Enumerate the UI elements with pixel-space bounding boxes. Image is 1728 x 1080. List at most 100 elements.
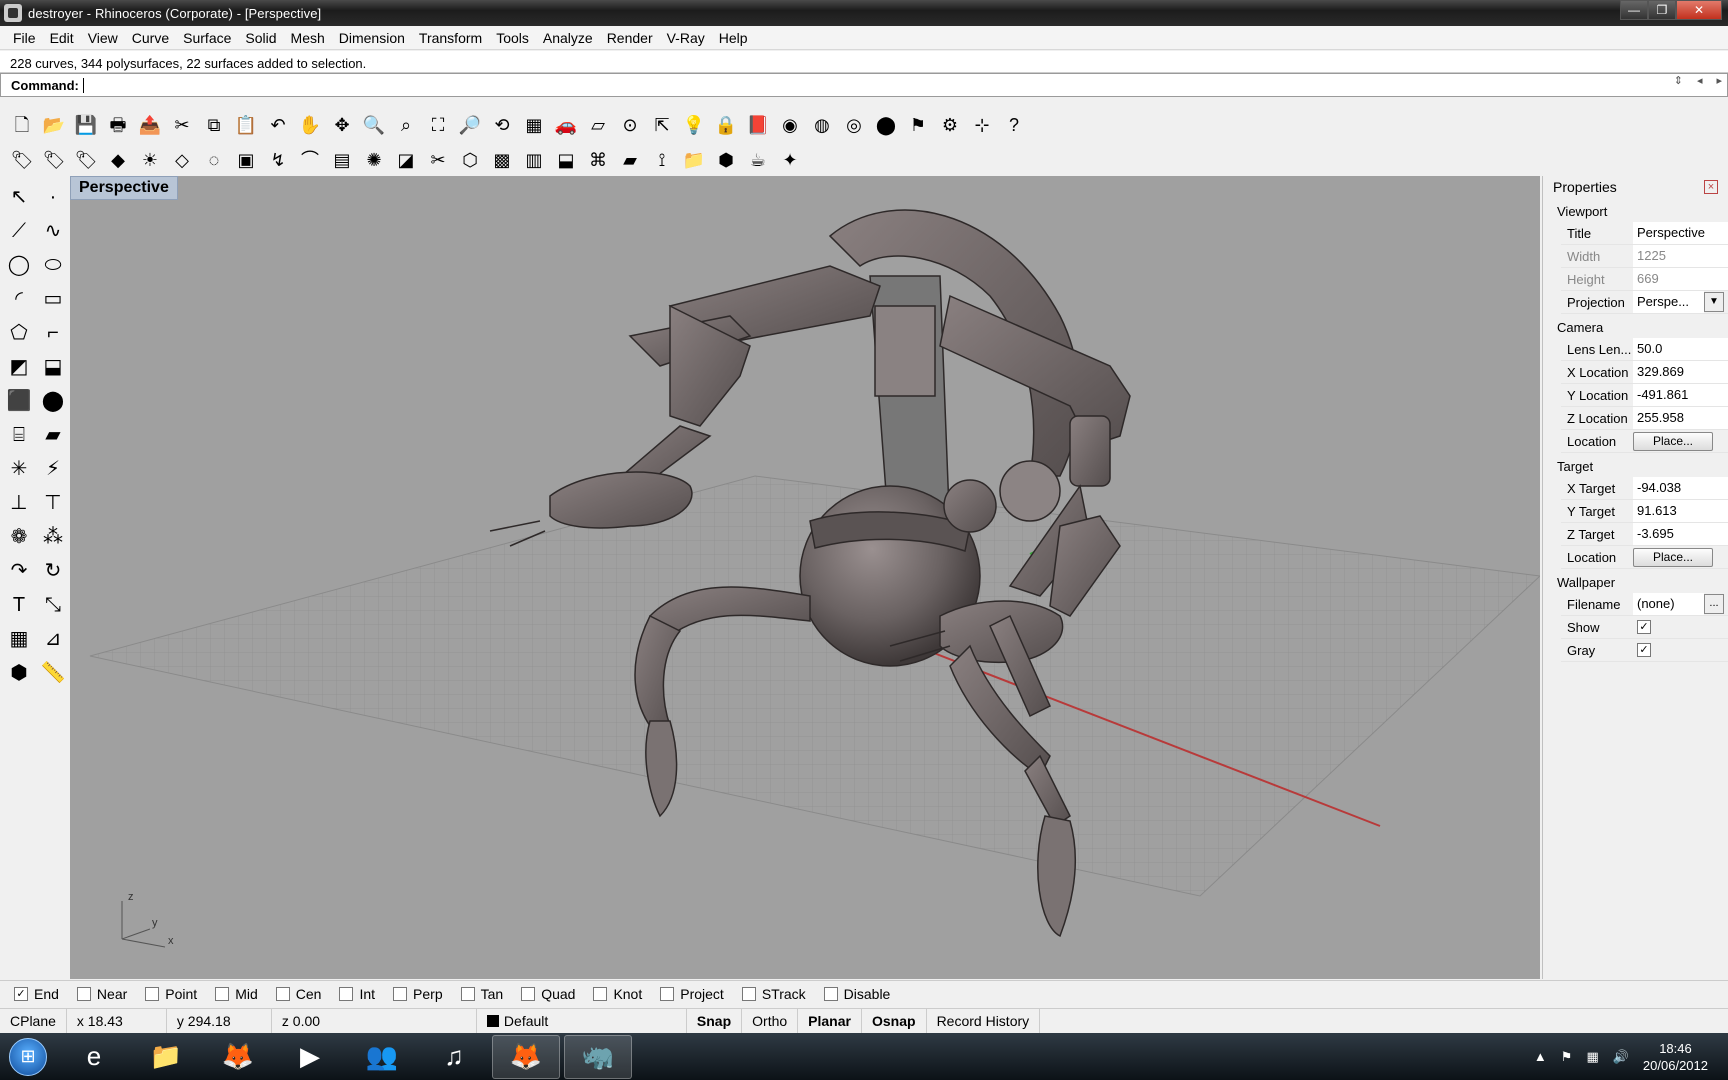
perspective-viewport[interactable]: Perspective z y x	[70, 176, 1540, 979]
zoom-window-icon[interactable]: ⌕	[390, 110, 422, 140]
four-viewports-icon[interactable]: ▦	[518, 110, 550, 140]
menu-render[interactable]: Render	[600, 30, 660, 46]
paste-icon[interactable]: 📋	[230, 110, 262, 140]
cube-small-icon[interactable]: ◆	[102, 145, 134, 175]
osnap-perp[interactable]: Perp	[393, 986, 443, 1002]
osnap-knot[interactable]: Knot	[593, 986, 642, 1002]
properties-close-icon[interactable]: ×	[1704, 180, 1718, 194]
tag-edit-icon[interactable]: 🏷	[38, 145, 70, 175]
tag-remove-icon[interactable]: 🏷	[70, 145, 102, 175]
export-icon[interactable]: 📤	[134, 110, 166, 140]
osnap-quad[interactable]: Quad	[521, 986, 575, 1002]
options-gear-icon[interactable]: ⚙	[934, 110, 966, 140]
osnap-checkbox[interactable]	[393, 986, 408, 1001]
polyline-icon[interactable]: ⟋	[2, 214, 36, 248]
y-location-field[interactable]: -491.861	[1633, 384, 1728, 406]
wireframe-icon[interactable]: ◍	[806, 110, 838, 140]
viewport-title-tab[interactable]: Perspective	[70, 176, 178, 200]
zoom-selected-icon[interactable]: 🔎	[454, 110, 486, 140]
tag-icon[interactable]: 🏷	[6, 145, 38, 175]
osnap-checkbox[interactable]	[339, 986, 354, 1001]
osnap-end[interactable]: ✓ End	[14, 986, 59, 1002]
osnap-checkbox[interactable]	[521, 986, 536, 1001]
menu-vray[interactable]: V-Ray	[660, 30, 712, 46]
osnap-near[interactable]: Near	[76, 986, 127, 1002]
vray-dome-icon[interactable]: ⌒	[294, 145, 326, 175]
new-icon[interactable]: 🗋	[6, 110, 38, 140]
prop-title-value[interactable]: Perspective	[1633, 222, 1728, 244]
arc-icon[interactable]: ◜	[2, 282, 36, 316]
gray-wallpaper-checkbox[interactable]: ✓	[1637, 643, 1651, 657]
command-line[interactable]: Command:	[0, 73, 1728, 97]
cut-icon[interactable]: ✂	[166, 110, 198, 140]
x-location-field[interactable]: 329.869	[1633, 361, 1728, 383]
messenger-icon[interactable]: 👥	[348, 1035, 416, 1079]
select-arrow-icon[interactable]: ↖	[2, 180, 36, 214]
show-wallpaper-checkbox[interactable]: ✓	[1637, 620, 1651, 634]
vray-proxy-icon[interactable]: ▤	[326, 145, 358, 175]
lens-length-field[interactable]: 50.0	[1633, 338, 1728, 360]
point-on-icon[interactable]: ⊙	[614, 110, 646, 140]
vray-clipper-icon[interactable]: ▥	[518, 145, 550, 175]
split-icon[interactable]: ⊥	[2, 486, 36, 520]
shaded-icon[interactable]: ◎	[838, 110, 870, 140]
pan-icon[interactable]: ✋	[294, 110, 326, 140]
vray-plane-icon[interactable]: ◪	[390, 145, 422, 175]
menu-transform[interactable]: Transform	[412, 30, 489, 46]
record-history-toggle[interactable]: Record History	[927, 1008, 1041, 1033]
vray-scatter-icon[interactable]: ✦	[774, 145, 806, 175]
scroll-right-icon[interactable]: ▸	[1716, 74, 1722, 87]
viewport-canvas[interactable]	[70, 176, 1540, 979]
snap-toggle[interactable]: Snap	[687, 1008, 743, 1033]
target-place-button[interactable]: Place...	[1633, 547, 1713, 567]
menu-view[interactable]: View	[81, 30, 125, 46]
rotate-icon[interactable]: ↻	[36, 554, 70, 588]
vray-box-icon[interactable]: ▩	[486, 145, 518, 175]
current-layer[interactable]: Default	[477, 1008, 687, 1033]
osnap-checkbox[interactable]	[741, 986, 756, 1001]
text-icon[interactable]: T	[2, 588, 36, 622]
material-icon[interactable]: ◇	[166, 145, 198, 175]
help-icon[interactable]: ?	[998, 110, 1030, 140]
array-icon[interactable]: ⁂	[36, 520, 70, 554]
y-target-field[interactable]: 91.613	[1633, 500, 1728, 522]
light-icon[interactable]: 💡	[678, 110, 710, 140]
layer-icon[interactable]: 📕	[742, 110, 774, 140]
menu-mesh[interactable]: Mesh	[284, 30, 332, 46]
z-target-field[interactable]: -3.695	[1633, 523, 1728, 545]
render-sphere-icon[interactable]: ⬤	[870, 110, 902, 140]
flag-icon[interactable]: ⚑	[902, 110, 934, 140]
cplane-icon[interactable]: ▱	[582, 110, 614, 140]
trim-icon[interactable]: ⚡	[36, 452, 70, 486]
render-preview-icon[interactable]: 🚗	[550, 110, 582, 140]
zoom-icon[interactable]: 🔍	[358, 110, 390, 140]
copy-icon[interactable]: ⧉	[198, 110, 230, 140]
vray-decal-icon[interactable]: ▰	[614, 145, 646, 175]
point-icon[interactable]: ·	[36, 180, 70, 214]
lock-icon[interactable]: 🔒	[710, 110, 742, 140]
menu-help[interactable]: Help	[712, 30, 755, 46]
osnap-point[interactable]: Point	[145, 986, 197, 1002]
save-icon[interactable]: 💾	[70, 110, 102, 140]
rectangle-icon[interactable]: ▭	[36, 282, 70, 316]
wallpaper-filename-field[interactable]: (none)	[1633, 593, 1704, 615]
osnap-cen[interactable]: Cen	[275, 986, 321, 1002]
dimension-tool-icon[interactable]: ⊿	[36, 622, 70, 656]
print-icon[interactable]: 🖶	[102, 110, 134, 140]
network-icon[interactable]: ▦	[1586, 1049, 1598, 1065]
osnap-project[interactable]: Project	[660, 986, 724, 1002]
osnap-checkbox[interactable]	[76, 986, 91, 1001]
scroll-updown-icon[interactable]: ⇕	[1674, 74, 1683, 87]
osnap-checkbox[interactable]	[823, 986, 838, 1001]
firefox-2-icon[interactable]: 🦊	[492, 1034, 560, 1079]
surface-corner-icon[interactable]: ◩	[2, 350, 36, 384]
itunes-icon[interactable]: ♫	[420, 1035, 488, 1079]
osnap-disable[interactable]: Disable	[823, 986, 890, 1002]
menu-surface[interactable]: Surface	[176, 30, 238, 46]
open-icon[interactable]: 📂	[38, 110, 70, 140]
command-input-caret[interactable]	[82, 77, 84, 93]
grid-array-icon[interactable]: ▦	[2, 622, 36, 656]
color-wheel-icon[interactable]: ◉	[774, 110, 806, 140]
folder-icon[interactable]: 📁	[678, 145, 710, 175]
polygon-icon[interactable]: ⬠	[2, 316, 36, 350]
